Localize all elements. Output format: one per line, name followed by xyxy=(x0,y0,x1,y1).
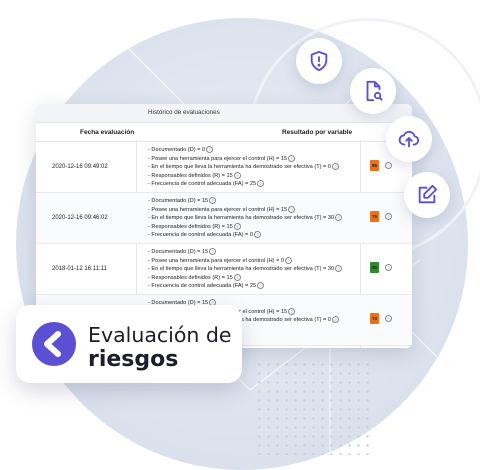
help-icon[interactable]: ? xyxy=(331,163,339,171)
help-icon[interactable]: ? xyxy=(257,180,265,188)
help-icon[interactable]: ? xyxy=(209,248,217,256)
result-line: - Posee una herramienta para ejercer el … xyxy=(148,205,342,215)
help-icon[interactable]: ? xyxy=(335,265,343,273)
result-line: - En el tiempo que lleva la herramienta … xyxy=(148,163,339,172)
help-icon[interactable]: ? xyxy=(233,171,241,179)
table-row: 2020-12-16 09:49:02 - Documentado (D) = 0… xyxy=(36,142,412,193)
result-line-text: - Documentado (D) = 15 xyxy=(148,249,209,255)
result-line-text: - En el tiempo que lleva la herramienta … xyxy=(148,215,335,222)
result-line: - Responsables definidos (R) = 15? xyxy=(148,222,342,232)
result-line-text: - En el tiempo que lleva la herramienta … xyxy=(148,266,335,273)
result-line: - Documentado (D) = 15? xyxy=(148,248,342,257)
result-line: - Documentado (D) = 15? xyxy=(148,197,342,206)
result-line-text: - Frecuencia de control adecuada (FA) = … xyxy=(148,232,253,239)
help-icon[interactable]: ? xyxy=(288,307,296,315)
logo-icon xyxy=(32,322,76,366)
score-help-icon[interactable]: ? xyxy=(385,315,392,322)
score-badge: 75 xyxy=(370,211,379,222)
help-icon[interactable]: ? xyxy=(285,256,293,264)
result-line: - Posee una herramienta para ejercer el … xyxy=(148,154,339,164)
score-help-icon[interactable]: ? xyxy=(385,213,392,220)
result-line: - Posee una herramienta para ejercer el … xyxy=(148,256,342,266)
result-line: - Frecuencia de control adecuada (FA) = … xyxy=(148,231,342,240)
evaluation-date: 2018-01-12 16:11:11 xyxy=(52,266,107,272)
result-line-text: - Documentado (D) = 15 xyxy=(148,198,209,204)
result-line-text: - Responsables definidos (R) = 15 xyxy=(148,274,233,281)
help-icon[interactable]: ? xyxy=(233,222,241,230)
result-line-text: - Frecuencia de control adecuada (FA) = … xyxy=(148,283,257,290)
score-help-icon[interactable]: ? xyxy=(385,264,392,271)
card-title-line2: riesgos xyxy=(88,347,179,372)
result-lines: - Documentado (D) = 0? - Posee una herram… xyxy=(148,146,339,189)
table-header: Fecha evaluación Resultado por variable xyxy=(36,123,412,142)
result-line-text: - Documentado (D) = 0 xyxy=(148,147,206,153)
help-icon[interactable]: ? xyxy=(209,197,217,205)
score-badge: 85 xyxy=(370,262,379,273)
cloud-upload-icon[interactable] xyxy=(386,116,432,162)
result-line: - Responsables definidos (R) = 15? xyxy=(148,171,339,181)
dot-pattern xyxy=(255,360,375,455)
help-icon[interactable]: ? xyxy=(288,205,296,213)
help-icon[interactable]: ? xyxy=(253,231,261,239)
result-line: - Frecuencia de control adecuada (FA) = … xyxy=(148,282,342,291)
result-line-text: - Posee una herramienta para ejercer el … xyxy=(148,155,288,162)
result-line-text: - Responsables definidos (R) = 15 xyxy=(148,223,233,230)
result-line-text: - Responsables definidos (R) = 15 xyxy=(148,172,233,179)
help-icon[interactable]: ? xyxy=(335,214,343,222)
document-search-icon[interactable] xyxy=(350,68,396,114)
column-header-result: Resultado por variable xyxy=(282,129,353,136)
result-lines: - Documentado (D) = 15?- Posee una herra… xyxy=(148,197,343,240)
help-icon[interactable]: ? xyxy=(233,273,241,281)
score-help-icon[interactable]: ? xyxy=(385,162,392,169)
result-line: - Frecuencia de control adecuada (FA) = … xyxy=(148,180,339,189)
table-row: 2018-01-12 16:11:11 - Documentado (D) = 1… xyxy=(36,244,412,295)
result-line-text: - Posee una herramienta para ejercer el … xyxy=(148,206,288,213)
result-line: - En el tiempo que lleva la herramienta … xyxy=(148,265,343,274)
help-icon[interactable]: ? xyxy=(331,316,339,324)
card-title-line1: Evaluación de xyxy=(88,323,232,347)
result-line: - Documentado (D) = 0? xyxy=(148,146,339,155)
result-line-text: - Frecuencia de control adecuada (FA) = … xyxy=(148,181,257,188)
result-line: - Responsables definidos (R) = 15? xyxy=(148,273,342,283)
evaluation-date: 2020-12-16 09:49:02 xyxy=(52,164,108,170)
score-badge: 70 xyxy=(370,313,379,324)
result-line-text: - Posee una herramienta para ejercer el … xyxy=(148,257,285,264)
column-header-date: Fecha evaluación xyxy=(80,129,135,136)
edit-icon[interactable] xyxy=(404,172,450,218)
result-line: - En el tiempo que lleva la herramienta … xyxy=(148,214,343,223)
help-icon[interactable]: ? xyxy=(206,146,214,154)
score-badge: 85 xyxy=(370,160,379,171)
table-row: 2020-12-16 09:46:02 - Documentado (D) = 1… xyxy=(36,193,412,244)
help-icon[interactable]: ? xyxy=(288,154,296,162)
result-line-text: - En el tiempo que lleva la herramienta … xyxy=(148,164,331,171)
help-icon[interactable]: ? xyxy=(257,282,265,290)
result-lines: - Documentado (D) = 15?- Posee una herra… xyxy=(148,248,343,291)
title-card: Evaluación de riesgos xyxy=(16,305,242,383)
shield-alert-icon[interactable] xyxy=(296,38,342,84)
evaluation-date: 2020-12-16 09:46:02 xyxy=(52,215,108,221)
